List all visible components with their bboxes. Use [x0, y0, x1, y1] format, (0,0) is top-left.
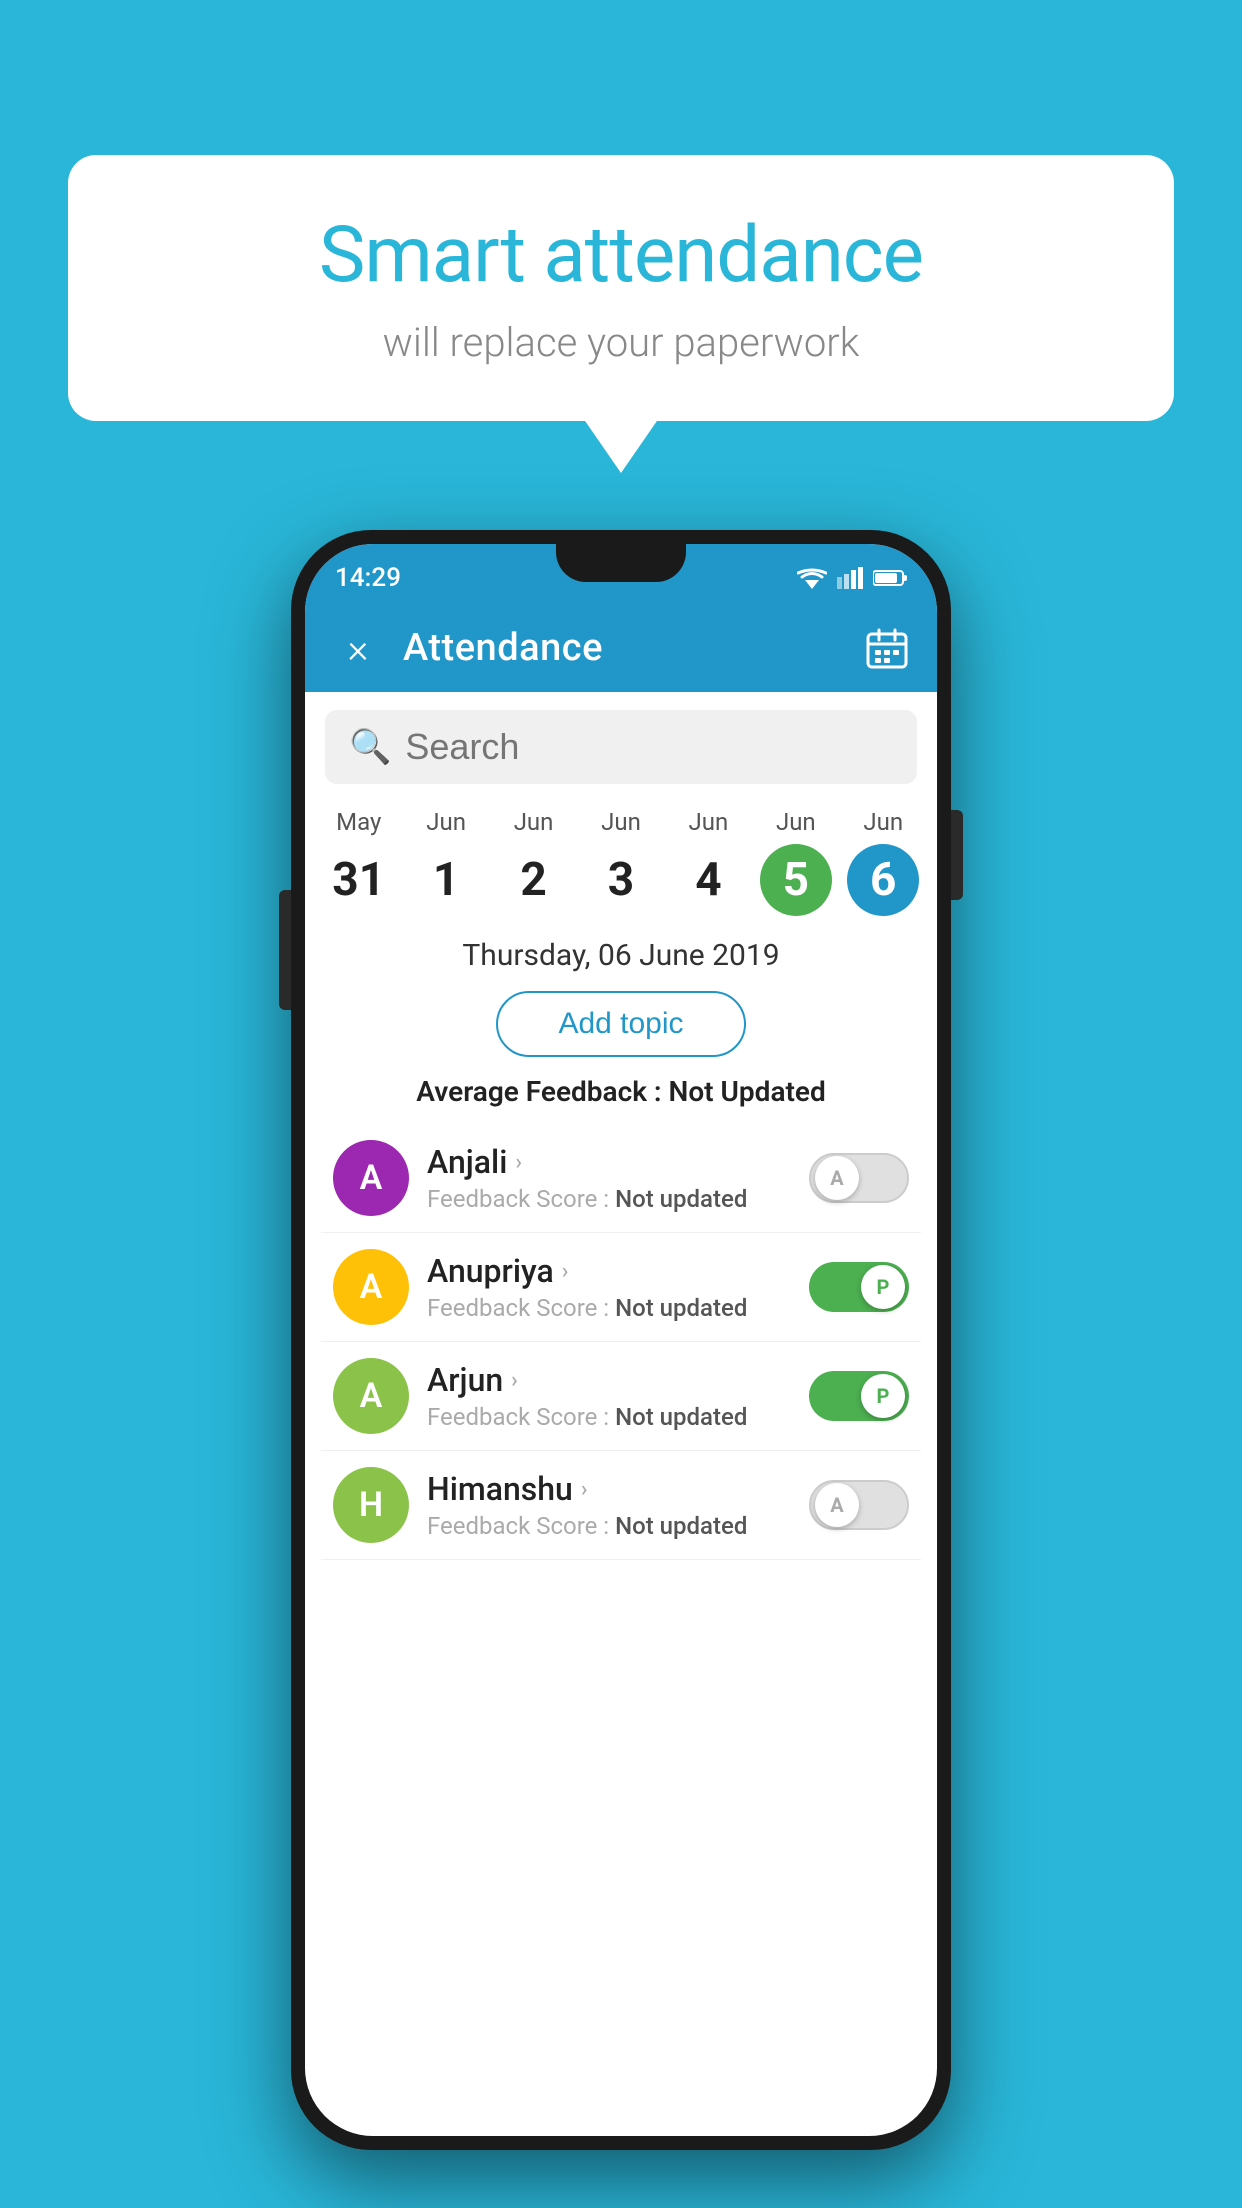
- attendance-toggle-3[interactable]: A: [809, 1480, 909, 1530]
- student-avatar-3: H: [333, 1467, 409, 1543]
- feedback-score-1: Feedback Score : Not updated: [427, 1294, 791, 1322]
- cal-date-1: 1: [410, 844, 482, 916]
- cal-date-2: 2: [498, 844, 570, 916]
- signal-icon: [837, 567, 863, 589]
- cal-date-4: 4: [672, 844, 744, 916]
- wifi-icon: [797, 567, 827, 589]
- toggle-knob-0: A: [815, 1156, 859, 1200]
- student-avatar-1: A: [333, 1249, 409, 1325]
- student-list: A Anjali › Feedback Score : Not updated …: [305, 1124, 937, 1560]
- student-name-2: Arjun ›: [427, 1361, 791, 1399]
- avg-feedback: Average Feedback : Not Updated: [305, 1075, 937, 1108]
- student-item-0[interactable]: A Anjali › Feedback Score : Not updated …: [321, 1124, 921, 1233]
- calendar-day-4[interactable]: Jun 4: [665, 802, 752, 922]
- cal-month-0: May: [315, 808, 402, 836]
- toggle-knob-1: P: [861, 1265, 905, 1309]
- calendar-day-2[interactable]: Jun 2: [490, 802, 577, 922]
- search-input[interactable]: [405, 726, 893, 768]
- phone-wrapper: 14:29 × Attendance: [291, 530, 951, 2150]
- app-header: × Attendance: [305, 604, 937, 692]
- student-avatar-0: A: [333, 1140, 409, 1216]
- header-title: Attendance: [403, 626, 845, 670]
- student-avatar-2: A: [333, 1358, 409, 1434]
- student-item-1[interactable]: A Anupriya › Feedback Score : Not update…: [321, 1233, 921, 1342]
- attendance-toggle-2[interactable]: P: [809, 1371, 909, 1421]
- student-name-0: Anjali ›: [427, 1143, 791, 1181]
- calendar-day-1[interactable]: Jun 1: [402, 802, 489, 922]
- calendar-row: May 31 Jun 1 Jun 2 Jun 3 Jun 4 Jun 5 Jun…: [305, 802, 937, 922]
- cal-month-1: Jun: [402, 808, 489, 836]
- cal-date-0: 31: [323, 844, 395, 916]
- student-info-2: Arjun › Feedback Score : Not updated: [427, 1361, 791, 1431]
- calendar-header-icon[interactable]: [865, 626, 909, 670]
- search-container: 🔍: [325, 710, 917, 784]
- battery-icon: [873, 569, 907, 587]
- cal-month-3: Jun: [577, 808, 664, 836]
- close-button[interactable]: ×: [333, 625, 383, 672]
- student-name-1: Anupriya ›: [427, 1252, 791, 1290]
- calendar-day-5[interactable]: Jun 5: [752, 802, 839, 922]
- selected-date: Thursday, 06 June 2019: [305, 938, 937, 973]
- avg-feedback-label: Average Feedback :: [416, 1075, 661, 1108]
- calendar-day-6[interactable]: Jun 6: [840, 802, 927, 922]
- phone-inner: 14:29 × Attendance: [305, 544, 937, 2136]
- feedback-score-3: Feedback Score : Not updated: [427, 1512, 791, 1540]
- student-info-1: Anupriya › Feedback Score : Not updated: [427, 1252, 791, 1322]
- feedback-score-0: Feedback Score : Not updated: [427, 1185, 791, 1213]
- student-item-2[interactable]: A Arjun › Feedback Score : Not updated P: [321, 1342, 921, 1451]
- status-icons: [797, 567, 907, 589]
- attendance-toggle-1[interactable]: P: [809, 1262, 909, 1312]
- avg-feedback-value: Not Updated: [669, 1075, 826, 1108]
- student-name-3: Himanshu ›: [427, 1470, 791, 1508]
- chevron-icon-0: ›: [515, 1150, 522, 1175]
- student-info-0: Anjali › Feedback Score : Not updated: [427, 1143, 791, 1213]
- cal-month-2: Jun: [490, 808, 577, 836]
- attendance-toggle-0[interactable]: A: [809, 1153, 909, 1203]
- toggle-knob-3: A: [815, 1483, 859, 1527]
- phone-outer: 14:29 × Attendance: [291, 530, 951, 2150]
- toggle-knob-2: P: [861, 1374, 905, 1418]
- bubble-subtitle: will replace your paperwork: [128, 319, 1114, 366]
- cal-date-5: 5: [760, 844, 832, 916]
- cal-month-4: Jun: [665, 808, 752, 836]
- chevron-icon-1: ›: [562, 1259, 569, 1284]
- cal-date-3: 3: [585, 844, 657, 916]
- speech-bubble: Smart attendance will replace your paper…: [68, 155, 1174, 421]
- cal-month-6: Jun: [840, 808, 927, 836]
- status-time: 14:29: [335, 563, 401, 593]
- cal-month-5: Jun: [752, 808, 839, 836]
- calendar-day-3[interactable]: Jun 3: [577, 802, 664, 922]
- add-topic-button[interactable]: Add topic: [496, 991, 745, 1057]
- student-info-3: Himanshu › Feedback Score : Not updated: [427, 1470, 791, 1540]
- chevron-icon-2: ›: [511, 1368, 518, 1393]
- cal-date-6: 6: [847, 844, 919, 916]
- chevron-icon-3: ›: [581, 1477, 588, 1502]
- search-icon: 🔍: [349, 727, 391, 767]
- student-item-3[interactable]: H Himanshu › Feedback Score : Not update…: [321, 1451, 921, 1560]
- phone-notch: [556, 544, 686, 582]
- calendar-day-0[interactable]: May 31: [315, 802, 402, 922]
- bubble-title: Smart attendance: [128, 210, 1114, 301]
- feedback-score-2: Feedback Score : Not updated: [427, 1403, 791, 1431]
